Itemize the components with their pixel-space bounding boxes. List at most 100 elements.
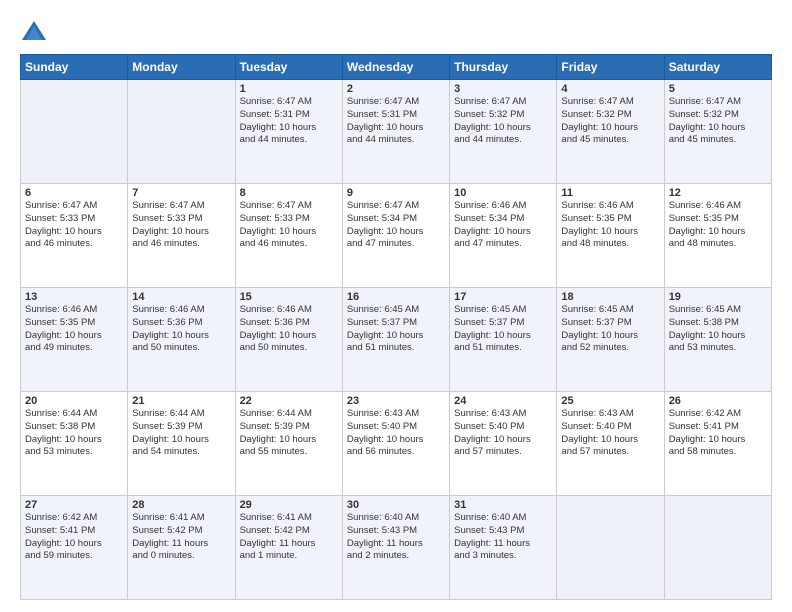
day-info: Sunrise: 6:41 AM Sunset: 5:42 PM Dayligh… (240, 512, 338, 563)
day-info: Sunrise: 6:46 AM Sunset: 5:35 PM Dayligh… (669, 200, 767, 251)
weekday-header-thursday: Thursday (450, 55, 557, 80)
day-info: Sunrise: 6:47 AM Sunset: 5:32 PM Dayligh… (669, 96, 767, 147)
calendar-week-row: 6Sunrise: 6:47 AM Sunset: 5:33 PM Daylig… (21, 184, 772, 288)
calendar-cell: 12Sunrise: 6:46 AM Sunset: 5:35 PM Dayli… (664, 184, 771, 288)
day-info: Sunrise: 6:40 AM Sunset: 5:43 PM Dayligh… (347, 512, 445, 563)
day-info: Sunrise: 6:44 AM Sunset: 5:39 PM Dayligh… (132, 408, 230, 459)
calendar-cell: 18Sunrise: 6:45 AM Sunset: 5:37 PM Dayli… (557, 288, 664, 392)
calendar-cell (664, 496, 771, 600)
day-info: Sunrise: 6:46 AM Sunset: 5:34 PM Dayligh… (454, 200, 552, 251)
calendar-cell: 24Sunrise: 6:43 AM Sunset: 5:40 PM Dayli… (450, 392, 557, 496)
day-info: Sunrise: 6:47 AM Sunset: 5:33 PM Dayligh… (25, 200, 123, 251)
day-info: Sunrise: 6:43 AM Sunset: 5:40 PM Dayligh… (561, 408, 659, 459)
calendar-cell: 25Sunrise: 6:43 AM Sunset: 5:40 PM Dayli… (557, 392, 664, 496)
calendar-cell: 13Sunrise: 6:46 AM Sunset: 5:35 PM Dayli… (21, 288, 128, 392)
calendar-cell: 26Sunrise: 6:42 AM Sunset: 5:41 PM Dayli… (664, 392, 771, 496)
day-info: Sunrise: 6:43 AM Sunset: 5:40 PM Dayligh… (347, 408, 445, 459)
day-info: Sunrise: 6:46 AM Sunset: 5:35 PM Dayligh… (25, 304, 123, 355)
day-info: Sunrise: 6:45 AM Sunset: 5:37 PM Dayligh… (561, 304, 659, 355)
day-info: Sunrise: 6:47 AM Sunset: 5:32 PM Dayligh… (561, 96, 659, 147)
calendar-cell: 14Sunrise: 6:46 AM Sunset: 5:36 PM Dayli… (128, 288, 235, 392)
day-info: Sunrise: 6:46 AM Sunset: 5:36 PM Dayligh… (132, 304, 230, 355)
day-number: 19 (669, 291, 767, 303)
day-number: 10 (454, 187, 552, 199)
day-number: 6 (25, 187, 123, 199)
day-info: Sunrise: 6:41 AM Sunset: 5:42 PM Dayligh… (132, 512, 230, 563)
day-info: Sunrise: 6:47 AM Sunset: 5:34 PM Dayligh… (347, 200, 445, 251)
calendar-cell: 11Sunrise: 6:46 AM Sunset: 5:35 PM Dayli… (557, 184, 664, 288)
day-number: 23 (347, 395, 445, 407)
calendar-cell: 29Sunrise: 6:41 AM Sunset: 5:42 PM Dayli… (235, 496, 342, 600)
logo-icon (20, 18, 48, 46)
day-number: 26 (669, 395, 767, 407)
calendar-cell: 20Sunrise: 6:44 AM Sunset: 5:38 PM Dayli… (21, 392, 128, 496)
calendar-cell: 22Sunrise: 6:44 AM Sunset: 5:39 PM Dayli… (235, 392, 342, 496)
weekday-header-monday: Monday (128, 55, 235, 80)
day-number: 28 (132, 499, 230, 511)
calendar-cell: 19Sunrise: 6:45 AM Sunset: 5:38 PM Dayli… (664, 288, 771, 392)
calendar-cell: 3Sunrise: 6:47 AM Sunset: 5:32 PM Daylig… (450, 80, 557, 184)
day-number: 30 (347, 499, 445, 511)
day-number: 3 (454, 83, 552, 95)
day-info: Sunrise: 6:42 AM Sunset: 5:41 PM Dayligh… (669, 408, 767, 459)
day-number: 17 (454, 291, 552, 303)
calendar-week-row: 27Sunrise: 6:42 AM Sunset: 5:41 PM Dayli… (21, 496, 772, 600)
day-number: 25 (561, 395, 659, 407)
calendar-cell: 23Sunrise: 6:43 AM Sunset: 5:40 PM Dayli… (342, 392, 449, 496)
calendar-cell: 2Sunrise: 6:47 AM Sunset: 5:31 PM Daylig… (342, 80, 449, 184)
day-number: 18 (561, 291, 659, 303)
day-number: 11 (561, 187, 659, 199)
day-number: 15 (240, 291, 338, 303)
weekday-header-saturday: Saturday (664, 55, 771, 80)
calendar-cell: 4Sunrise: 6:47 AM Sunset: 5:32 PM Daylig… (557, 80, 664, 184)
calendar-cell: 1Sunrise: 6:47 AM Sunset: 5:31 PM Daylig… (235, 80, 342, 184)
calendar-cell: 27Sunrise: 6:42 AM Sunset: 5:41 PM Dayli… (21, 496, 128, 600)
day-number: 2 (347, 83, 445, 95)
calendar-cell: 7Sunrise: 6:47 AM Sunset: 5:33 PM Daylig… (128, 184, 235, 288)
day-info: Sunrise: 6:44 AM Sunset: 5:39 PM Dayligh… (240, 408, 338, 459)
calendar-week-row: 20Sunrise: 6:44 AM Sunset: 5:38 PM Dayli… (21, 392, 772, 496)
day-number: 29 (240, 499, 338, 511)
day-info: Sunrise: 6:46 AM Sunset: 5:35 PM Dayligh… (561, 200, 659, 251)
day-info: Sunrise: 6:40 AM Sunset: 5:43 PM Dayligh… (454, 512, 552, 563)
day-number: 27 (25, 499, 123, 511)
calendar-cell: 16Sunrise: 6:45 AM Sunset: 5:37 PM Dayli… (342, 288, 449, 392)
calendar-cell: 8Sunrise: 6:47 AM Sunset: 5:33 PM Daylig… (235, 184, 342, 288)
day-number: 1 (240, 83, 338, 95)
day-number: 8 (240, 187, 338, 199)
day-info: Sunrise: 6:42 AM Sunset: 5:41 PM Dayligh… (25, 512, 123, 563)
day-number: 9 (347, 187, 445, 199)
day-info: Sunrise: 6:44 AM Sunset: 5:38 PM Dayligh… (25, 408, 123, 459)
calendar-cell: 21Sunrise: 6:44 AM Sunset: 5:39 PM Dayli… (128, 392, 235, 496)
calendar-cell: 9Sunrise: 6:47 AM Sunset: 5:34 PM Daylig… (342, 184, 449, 288)
day-number: 12 (669, 187, 767, 199)
calendar-cell: 31Sunrise: 6:40 AM Sunset: 5:43 PM Dayli… (450, 496, 557, 600)
day-number: 21 (132, 395, 230, 407)
day-info: Sunrise: 6:47 AM Sunset: 5:31 PM Dayligh… (347, 96, 445, 147)
calendar-cell (128, 80, 235, 184)
day-info: Sunrise: 6:45 AM Sunset: 5:38 PM Dayligh… (669, 304, 767, 355)
calendar-cell: 6Sunrise: 6:47 AM Sunset: 5:33 PM Daylig… (21, 184, 128, 288)
day-number: 22 (240, 395, 338, 407)
calendar: SundayMondayTuesdayWednesdayThursdayFrid… (20, 54, 772, 600)
header (20, 18, 772, 46)
calendar-cell: 28Sunrise: 6:41 AM Sunset: 5:42 PM Dayli… (128, 496, 235, 600)
logo (20, 18, 52, 46)
day-info: Sunrise: 6:47 AM Sunset: 5:33 PM Dayligh… (240, 200, 338, 251)
weekday-header-tuesday: Tuesday (235, 55, 342, 80)
day-number: 20 (25, 395, 123, 407)
day-number: 14 (132, 291, 230, 303)
day-number: 7 (132, 187, 230, 199)
day-number: 13 (25, 291, 123, 303)
weekday-header-wednesday: Wednesday (342, 55, 449, 80)
day-number: 5 (669, 83, 767, 95)
calendar-cell: 30Sunrise: 6:40 AM Sunset: 5:43 PM Dayli… (342, 496, 449, 600)
day-number: 24 (454, 395, 552, 407)
day-number: 31 (454, 499, 552, 511)
calendar-cell (21, 80, 128, 184)
calendar-cell: 17Sunrise: 6:45 AM Sunset: 5:37 PM Dayli… (450, 288, 557, 392)
calendar-cell: 15Sunrise: 6:46 AM Sunset: 5:36 PM Dayli… (235, 288, 342, 392)
day-info: Sunrise: 6:47 AM Sunset: 5:33 PM Dayligh… (132, 200, 230, 251)
day-number: 16 (347, 291, 445, 303)
weekday-header-row: SundayMondayTuesdayWednesdayThursdayFrid… (21, 55, 772, 80)
